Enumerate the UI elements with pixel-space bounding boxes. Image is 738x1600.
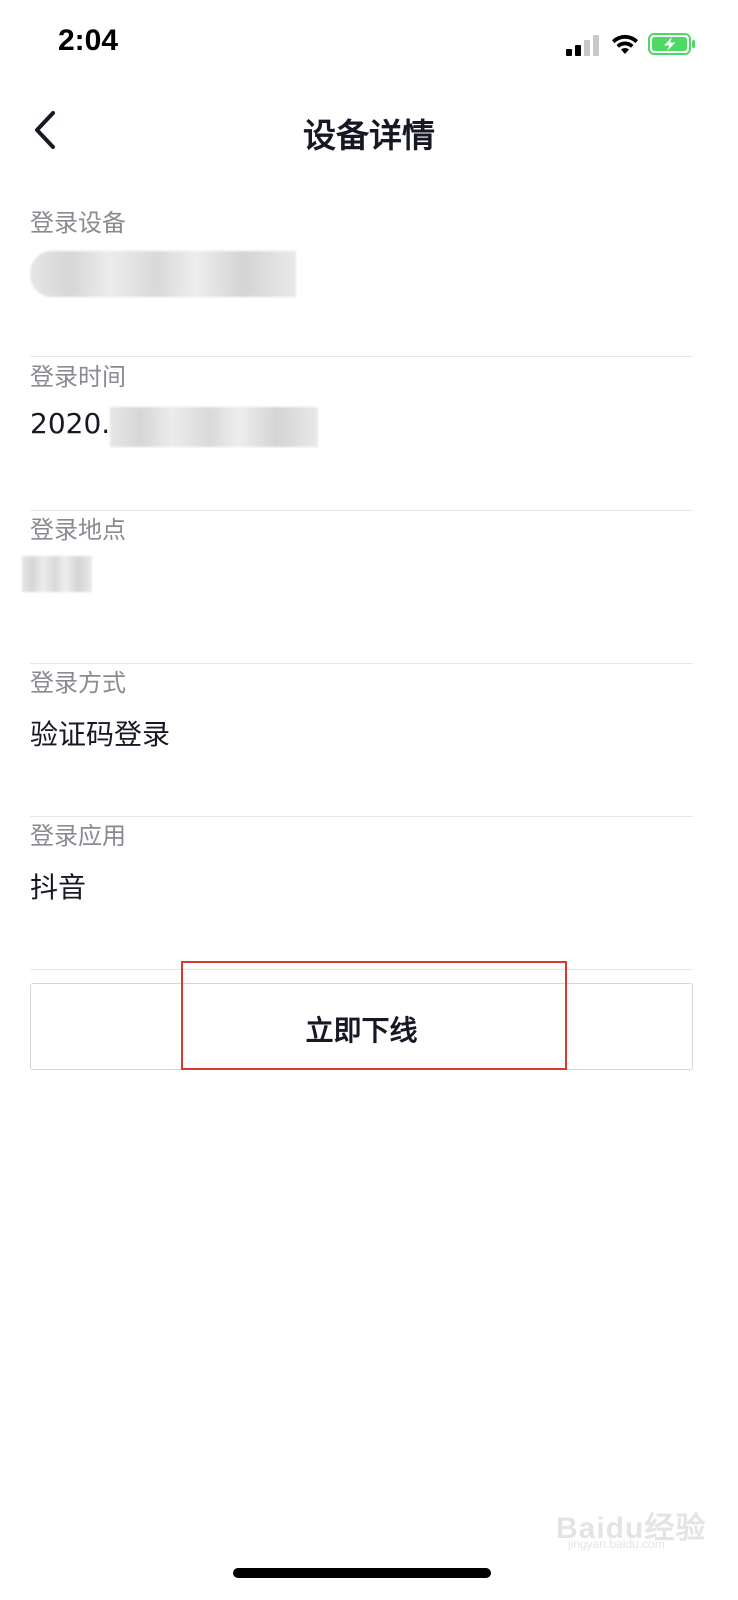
status-time: 2:04 [58,24,119,57]
login-device-section: 登录设备 [30,203,693,357]
login-app-section: 登录应用 抖音 [30,816,693,970]
login-method-label: 登录方式 [30,669,126,697]
login-app-label: 登录应用 [30,822,126,850]
baidu-watermark: Baidu经验 jingyan.baidu.com [556,1495,726,1555]
login-time-label: 登录时间 [30,363,126,391]
watermark-url: jingyan.baidu.com [568,1537,665,1551]
battery-charging-icon [648,33,695,55]
login-time-value: 2020. [30,407,111,440]
wifi-icon [612,34,638,54]
login-app-value: 抖音 [30,871,87,904]
login-location-value-redacted [22,556,92,592]
login-location-label: 登录地点 [30,516,126,544]
login-device-value-redacted [30,251,296,297]
page-title: 设备详情 [303,116,435,155]
login-time-section: 登录时间 2020. [30,357,693,511]
highlight-annotation-box [181,961,567,1070]
cellular-signal-icon [566,34,602,56]
home-indicator[interactable] [233,1568,491,1578]
navigation-bar: 设备详情 [0,95,738,165]
status-bar: 2:04 [0,0,738,90]
login-device-label: 登录设备 [30,209,126,237]
device-detail-screen: 2:04 设备详情 登录设备 登录时间 2020. 登录地点 登录方式 验证码登… [0,0,738,1600]
login-method-section: 登录方式 验证码登录 [30,663,693,817]
login-method-value: 验证码登录 [30,718,171,751]
login-location-section: 登录地点 [22,510,693,664]
login-time-value-redacted [110,407,318,447]
